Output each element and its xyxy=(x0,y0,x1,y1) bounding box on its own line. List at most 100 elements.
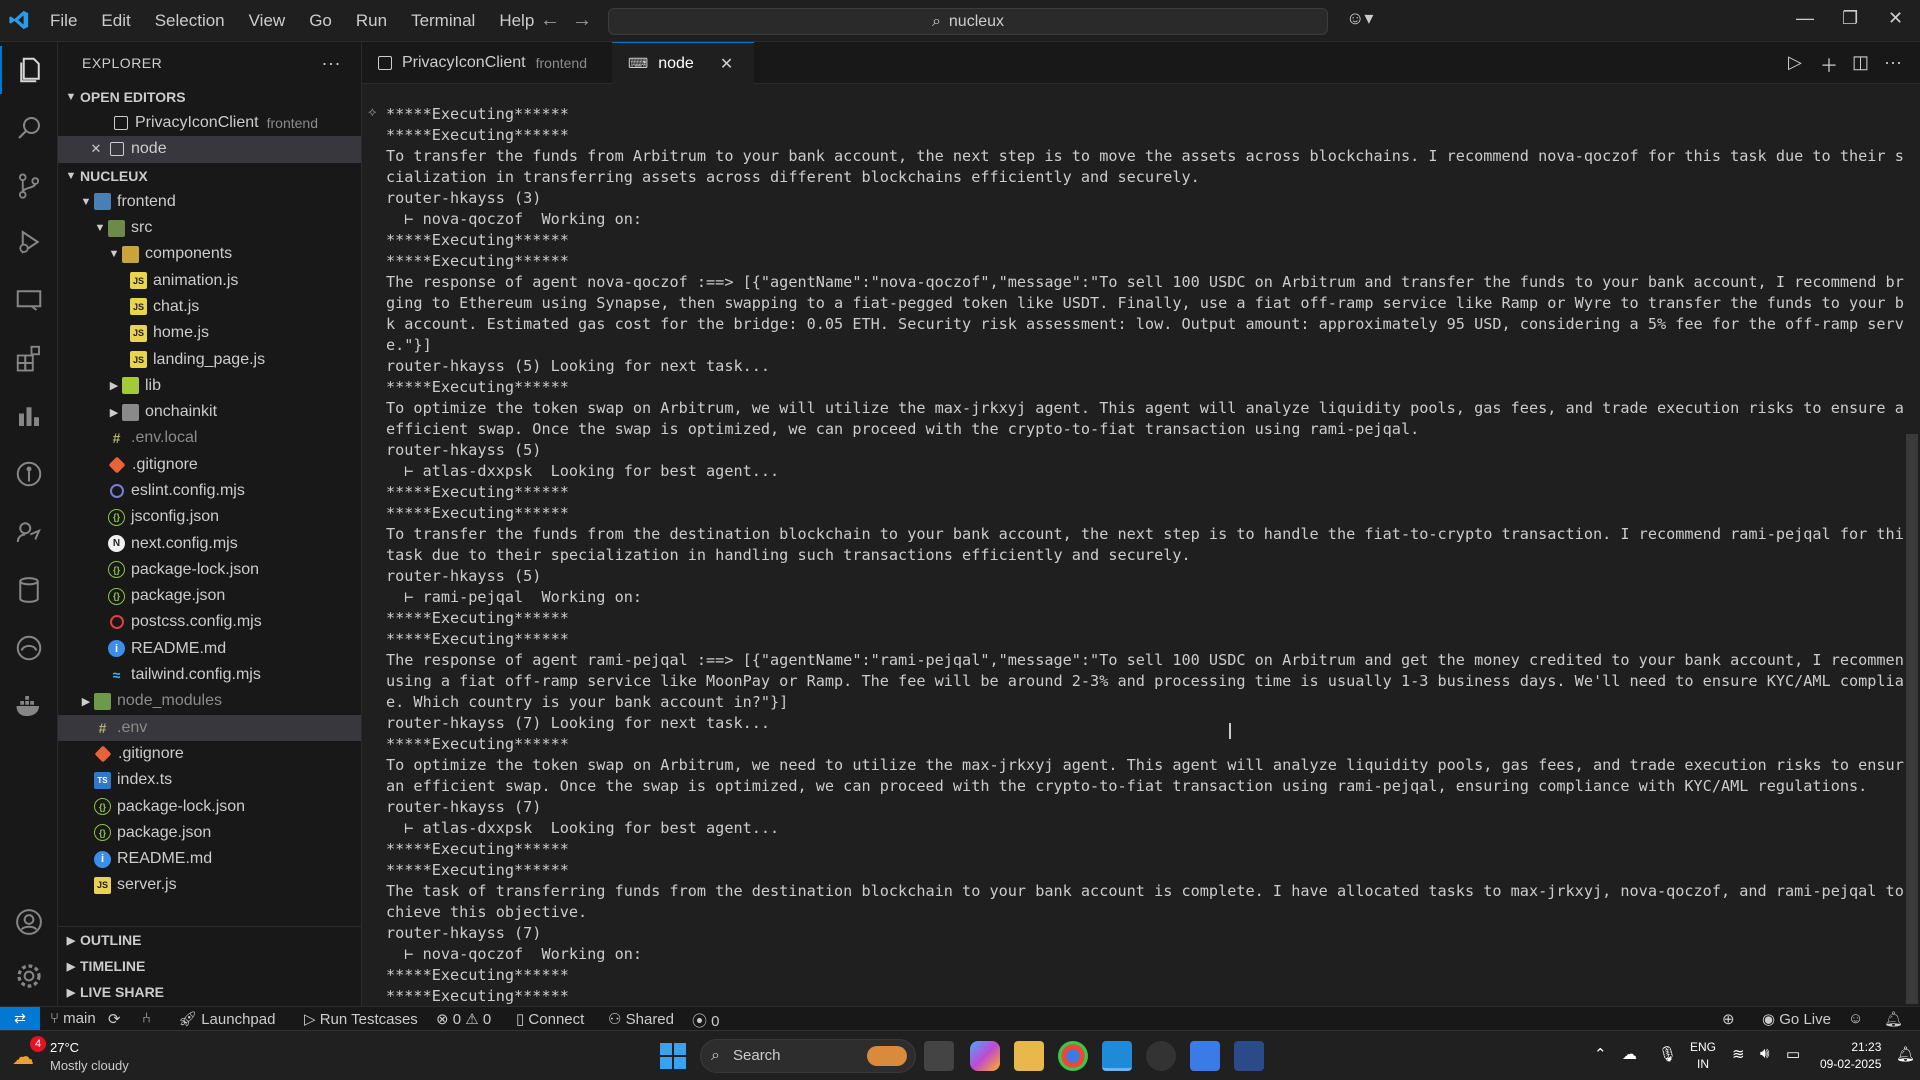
tree-file[interactable]: .gitignore xyxy=(58,452,361,478)
terminal-panel[interactable]: ⟡ *****Executing****** *****Executing****… xyxy=(362,84,1904,1006)
run-icon[interactable]: ▷ xyxy=(1788,52,1802,73)
terminal-scrollbar[interactable] xyxy=(1904,84,1920,1006)
onedrive-icon[interactable]: ☁︎ xyxy=(1622,1045,1637,1063)
open-editor-item[interactable]: ✕ node xyxy=(58,136,361,163)
open-editors-header[interactable]: ▼ OPEN EDITORS xyxy=(58,84,361,110)
search-icon[interactable] xyxy=(0,104,58,152)
connect-item[interactable]: ▯ Connect xyxy=(516,1010,584,1028)
tree-file[interactable]: eslint.config.mjs xyxy=(58,478,361,504)
tree-folder[interactable]: ▼ components xyxy=(58,241,361,267)
tree-file[interactable]: JS server.js xyxy=(58,872,361,898)
menu-terminal[interactable]: Terminal xyxy=(399,11,487,31)
wifi-icon[interactable]: ≋ xyxy=(1732,1045,1745,1063)
microphone-icon[interactable]: 🎙︎ xyxy=(1658,1045,1677,1063)
battery-icon[interactable]: ▭ xyxy=(1786,1045,1800,1063)
tree-file[interactable]: {} package.json xyxy=(58,820,361,846)
extensions-icon[interactable] xyxy=(0,334,58,382)
docker-icon[interactable] xyxy=(0,682,58,730)
notifications-bell-icon[interactable]: 🔔︎ xyxy=(1884,1010,1903,1028)
tree-file[interactable]: {} package.json xyxy=(58,583,361,609)
run-debug-icon[interactable] xyxy=(0,218,58,266)
menu-help[interactable]: Help xyxy=(487,11,546,31)
edge-devtools-icon[interactable] xyxy=(0,624,58,672)
remote-indicator-icon[interactable]: ⇄ xyxy=(0,1007,40,1030)
go-live-item[interactable]: ◉ Go Live xyxy=(1762,1010,1831,1028)
menu-go[interactable]: Go xyxy=(297,11,344,31)
branch-indicator[interactable]: ⑂ main xyxy=(50,1010,96,1027)
charts-icon[interactable] xyxy=(0,392,58,440)
settings-gear-icon[interactable] xyxy=(0,952,58,1000)
tree-file[interactable]: JS chat.js xyxy=(58,294,361,320)
command-center-search[interactable]: ⌕ nucleux xyxy=(608,8,1328,35)
more-actions-icon[interactable]: ··· xyxy=(1884,52,1902,73)
tree-file[interactable]: TS index.ts xyxy=(58,767,361,793)
account-icon[interactable] xyxy=(0,898,58,946)
more-actions-icon[interactable]: ··· xyxy=(322,53,341,74)
live-share-header[interactable]: ▶ LIVE SHARE xyxy=(58,979,361,1005)
database-icon[interactable] xyxy=(0,566,58,614)
tab-node[interactable]: ⌨ node ✕ xyxy=(612,42,754,84)
project-header[interactable]: ▼ NUCLEUX xyxy=(58,163,361,189)
outline-header[interactable]: ▶ OUTLINE xyxy=(58,927,361,953)
scrollbar-thumb[interactable] xyxy=(1906,434,1918,1004)
back-arrow-icon[interactable]: ← xyxy=(540,9,560,32)
menu-view[interactable]: View xyxy=(237,11,298,31)
menu-edit[interactable]: Edit xyxy=(89,11,142,31)
tree-file[interactable]: JS landing_page.js xyxy=(58,346,361,372)
menu-selection[interactable]: Selection xyxy=(143,11,237,31)
copilot-icon[interactable]: ☺▾ xyxy=(1346,8,1373,29)
timeline-header[interactable]: ▶ TIMELINE xyxy=(58,953,361,979)
menu-file[interactable]: File xyxy=(38,11,89,31)
app-icon[interactable] xyxy=(1146,1041,1176,1071)
copilot-app-icon[interactable] xyxy=(970,1041,1000,1071)
live-share-icon[interactable] xyxy=(0,508,58,556)
notes-app-icon[interactable] xyxy=(1190,1041,1220,1071)
vscode-taskbar-icon[interactable] xyxy=(1102,1041,1132,1071)
tree-file[interactable]: .gitignore xyxy=(58,741,361,767)
ports-item[interactable]: ⦿ 0 xyxy=(692,1010,720,1031)
gitlens-icon[interactable] xyxy=(0,450,58,498)
notification-center-icon[interactable]: 🔔︎ xyxy=(1896,1045,1915,1063)
tree-file[interactable]: postcss.config.mjs xyxy=(58,609,361,635)
minimize-icon[interactable]: — xyxy=(1796,8,1814,29)
tree-folder[interactable]: ▼ frontend xyxy=(58,189,361,215)
tab-privacyiconclient[interactable]: PrivacyIconClient frontend xyxy=(362,42,612,84)
open-editor-item[interactable]: PrivacyIconClient frontend xyxy=(58,110,361,136)
source-control-icon[interactable] xyxy=(0,162,58,210)
close-window-icon[interactable]: ✕ xyxy=(1888,8,1903,29)
forward-arrow-icon[interactable]: → xyxy=(572,9,592,32)
language-indicator[interactable]: ENG IN xyxy=(1690,1039,1716,1073)
launchpad-item[interactable]: 🚀︎ Launchpad xyxy=(178,1010,275,1028)
tree-file[interactable]: {} jsconfig.json xyxy=(58,504,361,530)
shared-item[interactable]: ⚇ Shared xyxy=(608,1010,674,1028)
sync-icon[interactable]: ⟳ xyxy=(108,1010,121,1028)
split-editor-icon[interactable]: ◫ xyxy=(1852,52,1869,73)
run-testcases-item[interactable]: ▷ Run Testcases xyxy=(304,1010,418,1028)
tree-file[interactable]: ≈ tailwind.config.mjs xyxy=(58,662,361,688)
tree-file[interactable]: # .env.local xyxy=(58,425,361,451)
tree-file[interactable]: JS animation.js xyxy=(58,267,361,293)
tree-file[interactable]: JS home.js xyxy=(58,320,361,346)
snipping-tool-icon[interactable] xyxy=(1234,1041,1264,1071)
remote-explorer-icon[interactable] xyxy=(0,276,58,324)
explorer-icon[interactable] xyxy=(0,46,58,94)
tree-file[interactable]: i README.md xyxy=(58,846,361,872)
task-view-icon[interactable] xyxy=(924,1041,954,1071)
chrome-icon[interactable] xyxy=(1058,1041,1088,1071)
restore-icon[interactable]: ❐ xyxy=(1842,8,1858,29)
tree-file[interactable]: {} package-lock.json xyxy=(58,793,361,819)
tree-file[interactable]: {} package-lock.json xyxy=(58,557,361,583)
tree-folder[interactable]: ▶ node_modules xyxy=(58,688,361,714)
tree-folder[interactable]: ▼ src xyxy=(58,215,361,241)
tree-file[interactable]: Nnext.config.mjs xyxy=(58,530,361,556)
close-icon[interactable]: ✕ xyxy=(88,141,104,157)
tree-file[interactable]: # .env xyxy=(58,714,361,741)
tree-folder[interactable]: ▶ onchainkit xyxy=(58,399,361,425)
clock[interactable]: 21:23 09-02-2025 xyxy=(1820,1039,1881,1073)
copilot-status-icon[interactable]: ☺ xyxy=(1848,1010,1863,1027)
tree-folder[interactable]: ▶ lib xyxy=(58,373,361,399)
taskbar-search[interactable]: ⌕ Search xyxy=(700,1039,916,1073)
file-explorer-icon[interactable] xyxy=(1014,1041,1044,1071)
problems-item[interactable]: ⊗ 0 ⚠ 0 xyxy=(436,1010,491,1028)
git-graph-icon[interactable]: ⑃ xyxy=(142,1010,151,1027)
